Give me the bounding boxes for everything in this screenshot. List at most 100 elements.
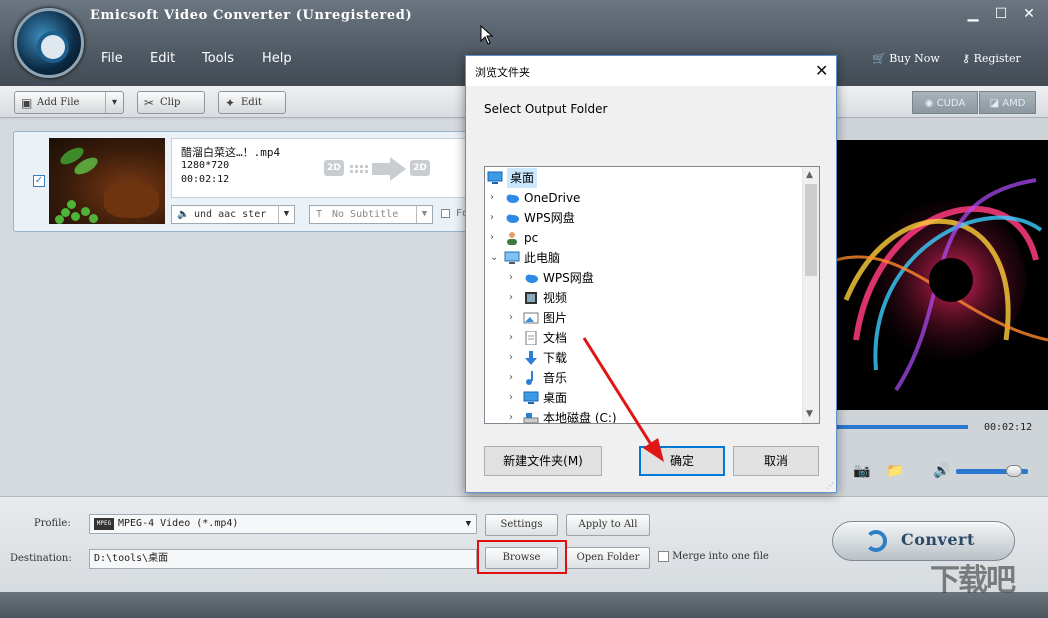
file-name: 醋溜白菜这…！.mp4	[181, 146, 281, 159]
settings-button[interactable]: Settings	[485, 514, 558, 536]
edit-button[interactable]: ✦ Edit	[218, 91, 286, 114]
user-icon	[504, 231, 520, 245]
chevron-right-icon[interactable]: ›	[490, 188, 494, 208]
merge-checkbox[interactable]: Merge into one file	[658, 551, 769, 562]
chevron-right-icon[interactable]: ›	[509, 408, 513, 423]
output-2d-badge: 2D	[410, 160, 430, 176]
chevron-right-icon[interactable]: ›	[509, 328, 513, 348]
chevron-right-icon[interactable]: ›	[509, 368, 513, 388]
chevron-right-icon[interactable]: ›	[509, 388, 513, 408]
app-window: Emicsoft Video Converter (Unregistered) …	[0, 0, 1048, 618]
tree-item[interactable]: › 视频	[485, 288, 803, 308]
input-2d-badge: 2D	[324, 160, 344, 176]
subtitle-select[interactable]: T No Subtitle ▼	[309, 205, 433, 224]
register-link[interactable]: ⚷ Register	[962, 52, 1021, 65]
tree-item[interactable]: › OneDrive	[485, 188, 803, 208]
dialog-close-icon[interactable]: ✕	[815, 61, 828, 80]
chevron-down-icon: ▼	[278, 206, 294, 223]
menu-edit[interactable]: Edit	[150, 51, 175, 66]
tree-item[interactable]: › WPS网盘	[485, 208, 803, 228]
refresh-convert-icon	[865, 530, 887, 552]
file-checkbox[interactable]: ✓	[33, 175, 45, 187]
cuda-label: CUDA	[936, 98, 966, 109]
open-folder-icon[interactable]: 📁	[886, 463, 903, 479]
preview-frame	[836, 140, 1048, 410]
resize-grip-icon[interactable]: ⋰	[826, 481, 834, 490]
add-file-label: Add File	[37, 97, 80, 108]
audio-track-value: und aac ster	[194, 209, 267, 220]
tree-scrollbar[interactable]: ▲ ▼	[802, 167, 819, 423]
cloud-icon	[504, 191, 520, 205]
music-folder-icon	[523, 371, 539, 385]
chevron-right-icon[interactable]: ›	[509, 268, 513, 288]
scroll-down-icon[interactable]: ▼	[806, 409, 813, 419]
audio-track-select[interactable]: 🔈 und aac ster ▼	[171, 205, 295, 224]
document-folder-icon	[523, 330, 539, 346]
file-info-panel: 醋溜白菜这…！.mp4 1280*720 00:02:12 2D 2D	[171, 138, 471, 198]
scroll-up-icon[interactable]: ▲	[806, 170, 813, 180]
amd-label: AMD	[1002, 98, 1026, 109]
list-item[interactable]: ✓ 醋溜白菜这…！.mp4 1280*720 00:02:12 2D 2D 🔈 …	[13, 131, 473, 232]
browse-folder-dialog: 浏览文件夹 ✕ Select Output Folder 桌面 › OneDrive…	[465, 55, 837, 493]
chevron-down-icon[interactable]: ⌄	[490, 248, 498, 268]
menu-help[interactable]: Help	[262, 51, 292, 66]
convert-label: Convert	[901, 530, 975, 549]
folder-tree[interactable]: 桌面 › OneDrive › WPS网盘 › pc ⌄ 此电脑 › WPS网盘 › 视频 › 图片 › 文档 ›…	[484, 166, 820, 424]
buy-now-link[interactable]: 🛒 Buy Now	[872, 52, 940, 65]
seek-bar[interactable]	[836, 425, 968, 429]
chevron-right-icon[interactable]: ›	[509, 288, 513, 308]
picture-folder-icon	[523, 311, 539, 325]
tree-item[interactable]: › 图片	[485, 308, 803, 328]
snapshot-camera-icon[interactable]: 📷	[853, 463, 870, 479]
cuda-button[interactable]: ◉ CUDA	[912, 91, 978, 114]
subtitle-value: No Subtitle	[332, 209, 399, 220]
volume-slider-handle[interactable]	[1006, 465, 1022, 477]
maximize-icon[interactable]: ☐	[990, 6, 1012, 26]
chevron-right-icon[interactable]: ›	[509, 348, 513, 368]
tree-item[interactable]: › 下载	[485, 348, 803, 368]
tree-item[interactable]: › WPS网盘	[485, 268, 803, 288]
drive-icon	[523, 411, 539, 423]
cloud-icon	[504, 211, 520, 225]
tree-item-label: 视频	[543, 291, 568, 305]
tree-item[interactable]: ⌄ 此电脑	[485, 248, 803, 268]
mouse-cursor-icon	[480, 25, 494, 45]
file-resolution: 1280*720	[181, 160, 230, 171]
video-thumbnail	[49, 138, 165, 224]
tree-item[interactable]: 桌面	[485, 168, 803, 188]
destination-label: Destination:	[10, 553, 72, 564]
chevron-right-icon[interactable]: ›	[509, 308, 513, 328]
tree-item[interactable]: › 文档	[485, 328, 803, 348]
minimize-icon[interactable]: ▁	[962, 6, 984, 26]
subtitle-t-icon: T	[316, 209, 323, 220]
volume-icon[interactable]: 🔊	[933, 463, 950, 479]
ok-button[interactable]: 确定	[639, 446, 725, 476]
apply-to-all-button[interactable]: Apply to All	[566, 514, 650, 536]
tree-item[interactable]: › 桌面	[485, 388, 803, 408]
dialog-prompt: Select Output Folder	[484, 102, 608, 116]
menu-file[interactable]: File	[101, 51, 123, 66]
menu-tools[interactable]: Tools	[202, 51, 234, 66]
add-file-dropdown-icon[interactable]: ▾	[105, 92, 123, 113]
tree-item[interactable]: › 本地磁盘 (C:)	[485, 408, 803, 423]
chevron-right-icon[interactable]: ›	[490, 228, 494, 248]
destination-input[interactable]: D:\tools\桌面	[89, 549, 477, 569]
dialog-title-bar: 浏览文件夹 ✕	[466, 56, 836, 86]
close-icon[interactable]: ✕	[1018, 6, 1040, 26]
tree-item-label: 此电脑	[524, 251, 561, 265]
tree-item[interactable]: › 音乐	[485, 368, 803, 388]
new-folder-button[interactable]: 新建文件夹(M)	[484, 446, 602, 476]
clip-label: Clip	[160, 97, 181, 108]
scrollbar-thumb[interactable]	[805, 184, 817, 276]
cancel-button[interactable]: 取消	[733, 446, 819, 476]
open-folder-button[interactable]: Open Folder	[566, 547, 650, 569]
chevron-right-icon[interactable]: ›	[490, 208, 494, 228]
tree-item[interactable]: › pc	[485, 228, 803, 248]
checkbox-box	[441, 208, 450, 218]
clip-button[interactable]: ✂ Clip	[137, 91, 205, 114]
add-file-button[interactable]: ▣ Add File ▾	[14, 91, 124, 114]
profile-select[interactable]: MPEG MPEG-4 Video (*.mp4) ▼	[89, 514, 477, 534]
amd-button[interactable]: ◪ AMD	[979, 91, 1036, 114]
register-label: Register	[973, 52, 1021, 65]
video-folder-icon	[523, 291, 539, 305]
